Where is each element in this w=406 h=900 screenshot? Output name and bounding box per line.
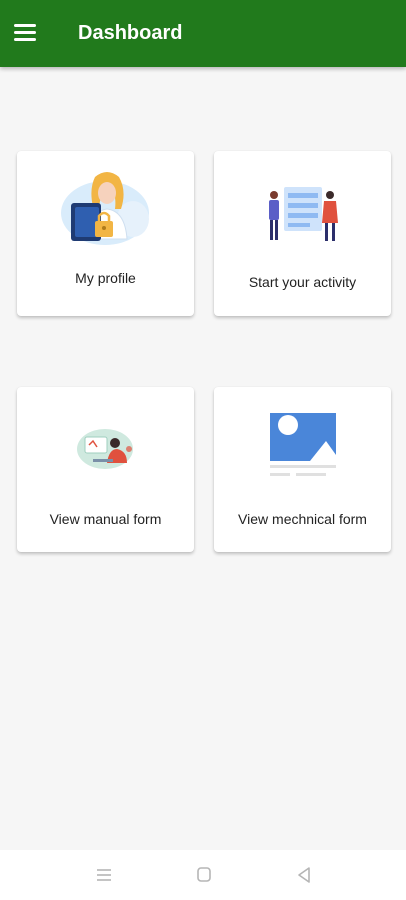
view-mechanical-form-card[interactable]: View mechnical form <box>214 387 391 552</box>
card-label: View manual form <box>49 511 162 527</box>
activity-illustration-icon <box>269 187 338 241</box>
manual-form-illustration-icon <box>77 429 133 469</box>
mechanical-form-illustration-icon <box>270 413 336 476</box>
recents-icon[interactable] <box>93 864 115 886</box>
my-profile-card[interactable]: My profile <box>17 151 194 316</box>
start-activity-card[interactable]: Start your activity <box>214 151 391 316</box>
page-title: Dashboard <box>78 22 183 44</box>
hamburger-menu-icon[interactable] <box>14 24 38 44</box>
card-label: Start your activity <box>248 274 357 290</box>
card-label: View mechnical form <box>238 511 367 527</box>
back-triangle-icon[interactable] <box>293 864 315 886</box>
profile-illustration-icon <box>61 172 149 245</box>
card-label: My profile <box>75 270 136 286</box>
app-bar: Dashboard <box>0 0 406 67</box>
system-nav-bar <box>0 850 406 900</box>
home-square-icon[interactable] <box>193 864 215 886</box>
view-manual-form-card[interactable]: View manual form <box>17 387 194 552</box>
